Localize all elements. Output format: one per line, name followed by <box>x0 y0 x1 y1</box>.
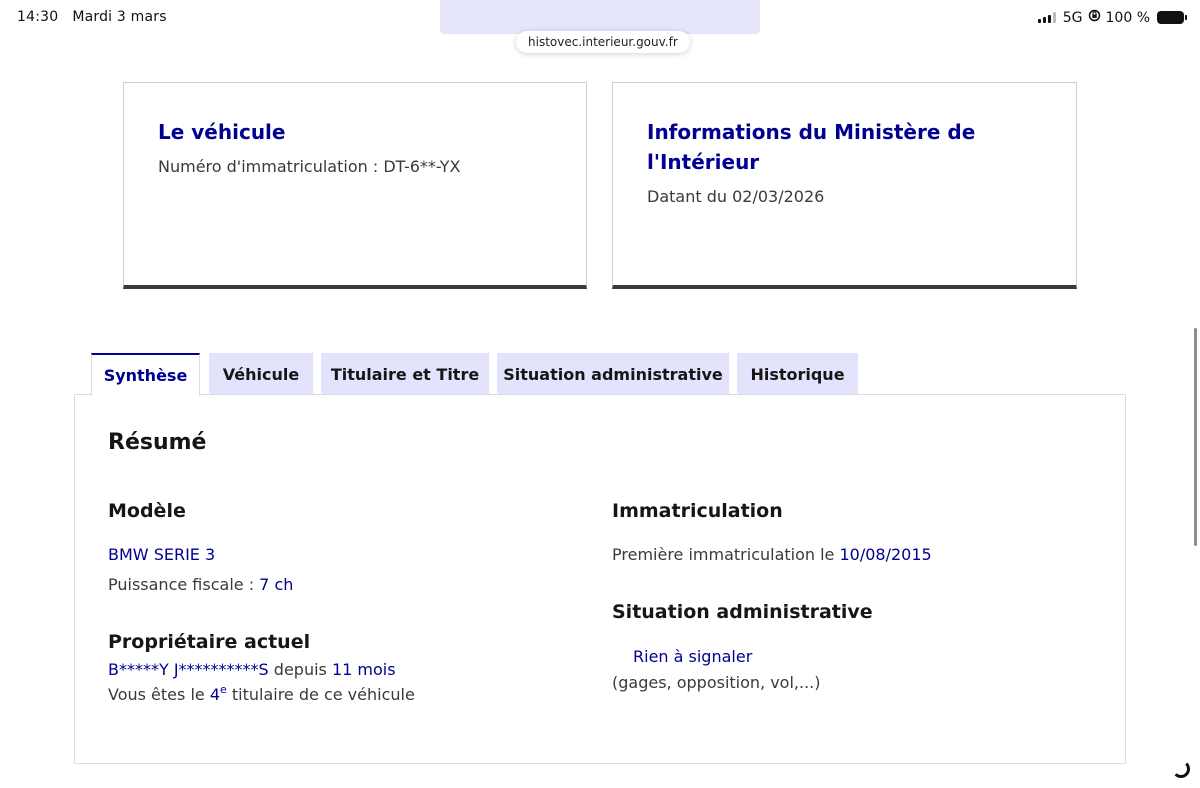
owner-since-value: 11 mois <box>331 660 396 679</box>
admin-situation-heading: Situation administrative <box>612 601 873 623</box>
owner-heading: Propriétaire actuel <box>108 631 311 653</box>
tab-historique[interactable]: Historique <box>737 353 858 395</box>
admin-situation-status: Rien à signaler <box>633 647 753 666</box>
battery-percent: 100 % <box>1105 9 1150 26</box>
first-registration: Première immatriculation le 10/08/2015 <box>612 545 932 564</box>
tab-synthese[interactable]: Synthèse <box>91 353 200 396</box>
owner-rank: Vous êtes le 4e titulaire de ce véhicule <box>108 683 415 704</box>
status-date: Mardi 3 mars <box>72 9 167 25</box>
first-registration-label: Première immatriculation le <box>612 545 840 564</box>
owner-rank-rest: titulaire de ce véhicule <box>226 685 415 704</box>
tab-vehicule[interactable]: Véhicule <box>209 353 313 395</box>
url-bar[interactable]: histovec.interieur.gouv.fr <box>516 31 690 53</box>
loading-spinner-icon <box>1172 760 1190 778</box>
owner-rank-suffix: e <box>220 683 227 696</box>
fiscal-power-label: Puissance fiscale : <box>108 575 260 594</box>
tab-titulaire-titre[interactable]: Titulaire et Titre <box>321 353 489 395</box>
status-time-date: 14:30 Mardi 3 mars <box>17 9 167 25</box>
fiscal-power: Puissance fiscale : 7 ch <box>108 575 293 594</box>
owner-rank-prefix: Vous êtes le <box>108 685 210 704</box>
fiscal-power-value: 7 ch <box>259 575 294 594</box>
battery-icon <box>1157 11 1187 24</box>
scrollbar[interactable] <box>1194 328 1197 546</box>
network-type: 5G <box>1062 9 1083 26</box>
ministry-data-date: Datant du 02/03/2026 <box>647 187 825 206</box>
summary-title: Résumé <box>108 430 207 455</box>
model-name: BMW SERIE 3 <box>108 545 216 564</box>
owner-since-label: depuis <box>268 660 332 679</box>
orientation-lock-icon <box>1088 9 1101 26</box>
registration-heading: Immatriculation <box>612 500 783 522</box>
plate-number: Numéro d'immatriculation : DT-6**-YX <box>158 157 461 176</box>
model-heading: Modèle <box>108 500 186 522</box>
owner-rank-number: 4 <box>209 685 220 704</box>
owner-name: B*****Y J**********S <box>108 660 269 679</box>
vehicle-card-title: Le véhicule <box>158 120 286 144</box>
top-banner <box>440 0 760 34</box>
first-registration-date: 10/08/2015 <box>839 545 932 564</box>
ministry-card: Informations du Ministère de l'Intérieur… <box>612 82 1077 289</box>
status-indicators: 5G 100 % <box>1037 9 1187 26</box>
cellular-signal-icon <box>1037 12 1056 23</box>
vehicle-card: Le véhicule Numéro d'immatriculation : D… <box>123 82 587 289</box>
status-time: 14:30 <box>17 9 59 25</box>
ministry-card-title: Informations du Ministère de l'Intérieur <box>647 120 976 174</box>
owner-line: B*****Y J**********S depuis 11 mois <box>108 660 396 679</box>
admin-situation-details: (gages, opposition, vol,...) <box>612 673 821 692</box>
tab-situation-administrative[interactable]: Situation administrative <box>497 353 729 395</box>
